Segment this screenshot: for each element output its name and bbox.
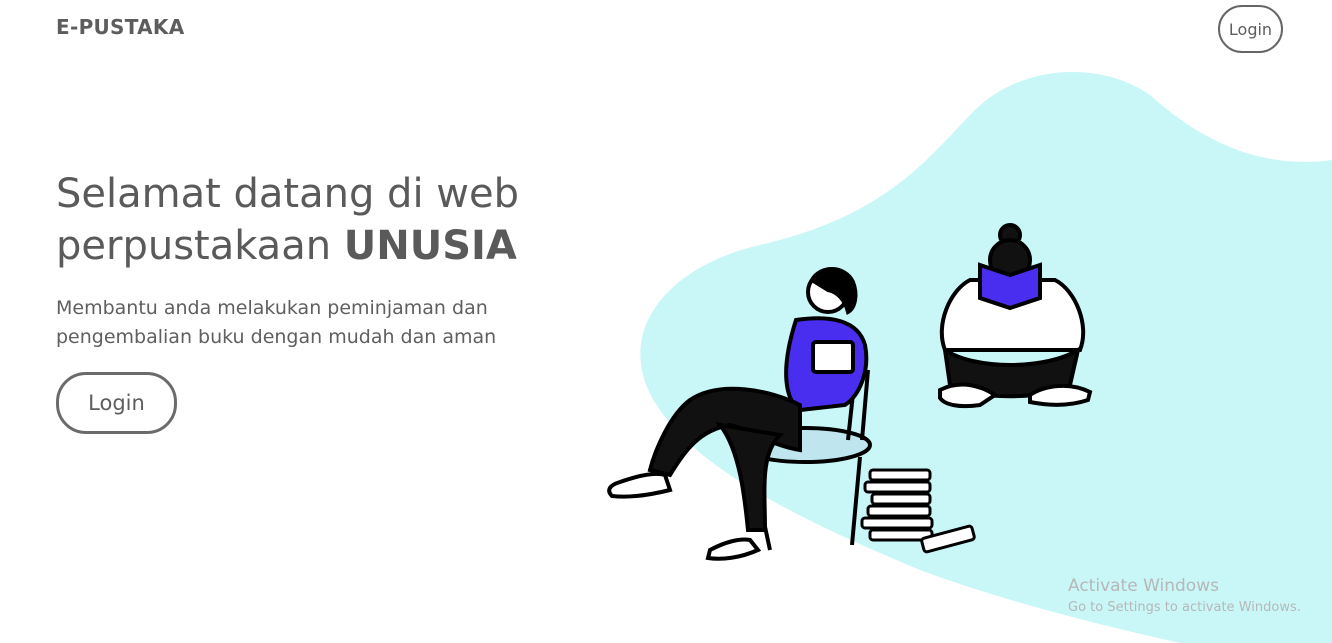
book-stack-icon bbox=[860, 468, 976, 554]
reading-people-illustration bbox=[607, 223, 1093, 561]
watermark-subtitle: Go to Settings to activate Windows. bbox=[1068, 600, 1301, 615]
brand-logo[interactable]: E-PUSTAKA bbox=[56, 15, 185, 39]
sitting-reader-icon bbox=[607, 267, 869, 561]
hero-login-button[interactable]: Login bbox=[56, 372, 177, 434]
watermark-title: Activate Windows bbox=[1068, 576, 1219, 596]
nav-login-button[interactable]: Login bbox=[1218, 5, 1283, 53]
hero-title-strong: UNUSIA bbox=[343, 223, 517, 269]
hero-title-line1: Selamat datang di web bbox=[56, 171, 519, 217]
hero-section: Selamat datang di web perpustakaan UNUSI… bbox=[56, 168, 576, 434]
cross-legged-reader-icon bbox=[938, 223, 1093, 409]
hero-title-prefix: perpustakaan bbox=[56, 223, 344, 269]
windows-activation-watermark: Activate Windows Go to Settings to activ… bbox=[1068, 576, 1301, 615]
hero-title: Selamat datang di web perpustakaan UNUSI… bbox=[56, 168, 576, 272]
hero-subtitle: Membantu anda melakukan peminjaman dan p… bbox=[56, 297, 497, 348]
